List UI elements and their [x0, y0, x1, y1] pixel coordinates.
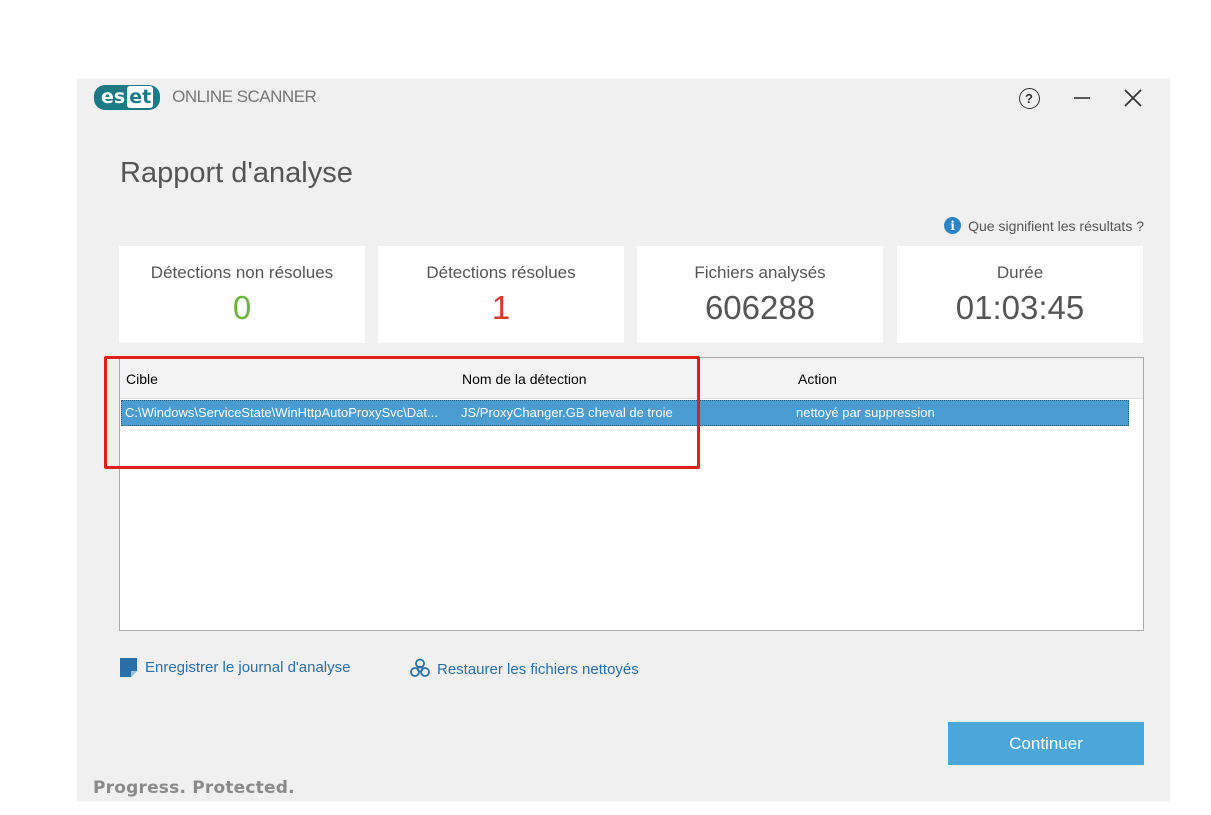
save-log-icon — [120, 658, 137, 677]
restore-files-link[interactable]: Restaurer les fichiers nettoyés — [409, 658, 639, 680]
scanner-window: es et ONLINE SCANNER ? Rapport d'analyse … — [77, 79, 1170, 801]
close-icon — [1124, 89, 1142, 107]
restore-files-label: Restaurer les fichiers nettoyés — [437, 660, 639, 678]
tagline: Progress. Protected. — [93, 778, 295, 798]
continue-button[interactable]: Continuer — [948, 722, 1144, 765]
table-header: Cible Nom de la détection Action — [120, 358, 1143, 399]
stat-value: 0 — [232, 289, 252, 326]
eset-logo-badge: es et — [94, 84, 161, 110]
cell-target: C:\Windows\ServiceState\WinHttpAutoProxy… — [125, 405, 438, 420]
column-header-action[interactable]: Action — [798, 371, 837, 387]
stat-label: Détections résolues — [426, 263, 576, 282]
cell-detection: JS/ProxyChanger.GB cheval de troie — [461, 405, 673, 420]
close-button[interactable] — [1118, 83, 1148, 113]
help-icon: ? — [1018, 87, 1040, 109]
results-info-label: Que signifient les résultats ? — [968, 217, 1144, 234]
stat-duration: Durée 01:03:45 — [897, 246, 1143, 343]
table-row[interactable]: C:\Windows\ServiceState\WinHttpAutoProxy… — [121, 400, 1129, 426]
page-title: Rapport d'analyse — [120, 157, 353, 189]
column-header-detection[interactable]: Nom de la détection — [462, 371, 587, 387]
info-icon: i — [944, 217, 962, 234]
app-name: ONLINE SCANNER — [172, 87, 317, 106]
stat-value: 01:03:45 — [955, 289, 1085, 326]
results-info-link[interactable]: i Que signifient les résultats ? — [944, 217, 1144, 234]
help-button[interactable]: ? — [1014, 83, 1044, 113]
stat-label: Durée — [996, 263, 1044, 282]
save-log-link[interactable]: Enregistrer le journal d'analyse — [120, 658, 350, 677]
column-header-target[interactable]: Cible — [126, 371, 158, 387]
biohazard-icon — [410, 658, 430, 677]
stat-resolved: Détections résolues 1 — [378, 246, 624, 343]
cell-action: nettoyé par suppression — [796, 405, 935, 420]
detections-table: Cible Nom de la détection Action C:\Wind… — [119, 357, 1144, 631]
minimize-icon — [1074, 97, 1090, 99]
minimize-button[interactable] — [1067, 83, 1097, 113]
stat-value: 1 — [491, 289, 511, 326]
stat-label: Fichiers analysés — [694, 263, 826, 282]
stat-unresolved: Détections non résolues 0 — [119, 246, 365, 343]
save-log-label: Enregistrer le journal d'analyse — [145, 659, 351, 676]
stat-value: 606288 — [704, 289, 816, 326]
stat-files-scanned: Fichiers analysés 606288 — [637, 246, 883, 343]
eset-logo: es et ONLINE SCANNER — [94, 84, 317, 110]
stat-label: Détections non résolues — [150, 263, 334, 282]
